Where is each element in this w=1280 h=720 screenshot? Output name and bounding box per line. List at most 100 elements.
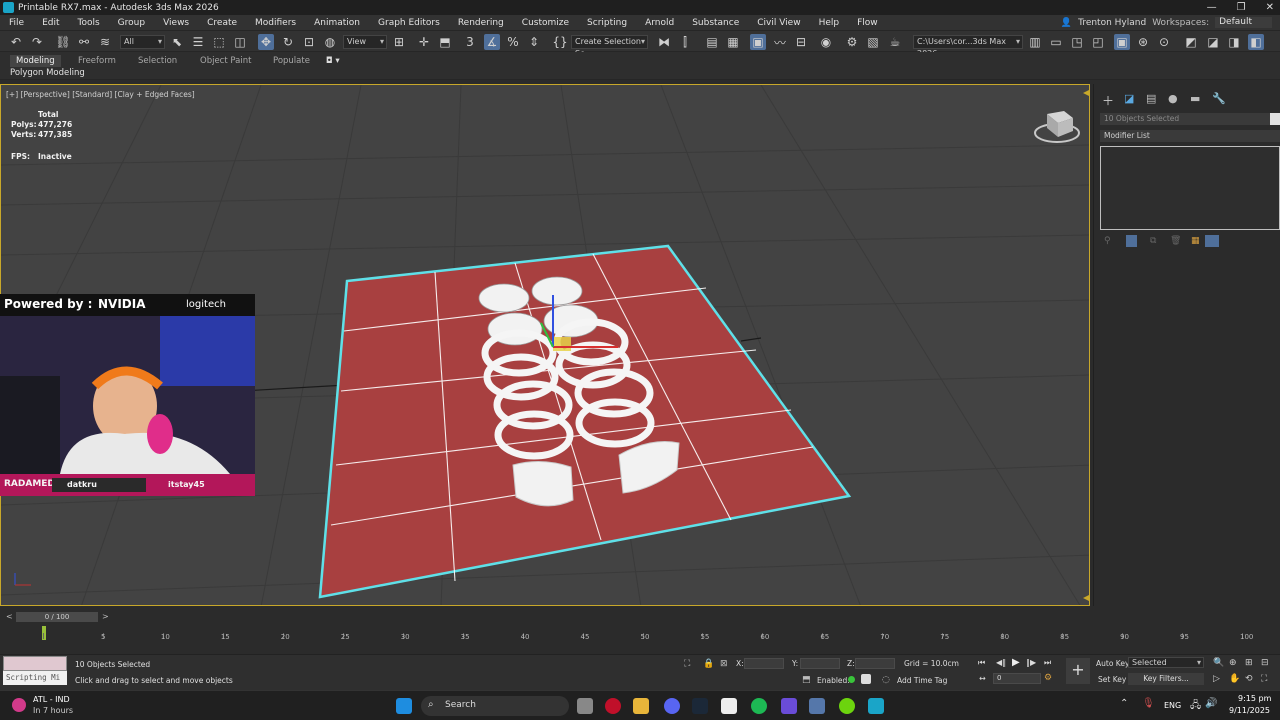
selection-filter-dropdown[interactable]: All — [120, 35, 165, 49]
time-slider[interactable]: 0 / 100 — [16, 612, 98, 622]
auto-key-button[interactable]: Auto Key — [1096, 659, 1129, 668]
play-icon[interactable]: ▶ — [1012, 657, 1020, 668]
layer-explorer-icon[interactable]: ▦ — [725, 34, 741, 50]
select-and-rotate-icon[interactable]: ↻ — [280, 34, 296, 50]
select-manipulate-icon[interactable]: ✛ — [416, 34, 432, 50]
time-prev-icon[interactable]: < — [6, 612, 13, 621]
orbit-icon[interactable]: ⟲ — [1245, 674, 1253, 684]
maximize-viewport-icon[interactable]: ⛶ — [1261, 674, 1267, 684]
task-view-icon[interactable] — [577, 698, 593, 714]
viewcube[interactable] — [1034, 111, 1080, 143]
scene-explorer-icon[interactable]: ▤ — [704, 34, 720, 50]
link-icon[interactable]: ⛓ — [55, 34, 71, 50]
active-shade-icon[interactable]: ◪ — [1205, 34, 1221, 50]
add-time-tag[interactable]: Add Time Tag — [897, 676, 947, 685]
menu-customize[interactable]: Customize — [513, 18, 578, 28]
absolute-mode-icon[interactable]: ⊠ — [720, 659, 728, 669]
reference-coordinate-dropdown[interactable]: View — [343, 35, 387, 49]
menu-scripting[interactable]: Scripting — [578, 18, 636, 28]
field-of-view-icon[interactable]: ▷ — [1213, 674, 1220, 684]
modifier-stack[interactable] — [1100, 146, 1280, 230]
menu-graph-editors[interactable]: Graph Editors — [369, 18, 449, 28]
tab-modeling[interactable]: Modeling — [10, 55, 61, 67]
time-config-icon[interactable]: ⊛ — [1135, 34, 1151, 50]
remove-modifier-icon[interactable]: 🗑 — [1170, 236, 1181, 246]
workspace-dropdown[interactable]: Default — [1215, 17, 1272, 28]
menu-civil-view[interactable]: Civil View — [748, 18, 809, 28]
material-editor-icon[interactable]: ◉ — [818, 34, 834, 50]
menu-animation[interactable]: Animation — [305, 18, 369, 28]
tray-chevron-icon[interactable]: ⌃ — [1120, 698, 1128, 709]
select-object-icon[interactable]: ⬉ — [169, 34, 185, 50]
select-and-place-icon[interactable]: ◍ — [322, 34, 338, 50]
menu-create[interactable]: Create — [198, 18, 246, 28]
set-key-button[interactable]: Set Key — [1098, 675, 1126, 684]
ribbon-subpanel-polygon-modeling[interactable]: Polygon Modeling — [10, 68, 85, 78]
align-icon[interactable]: ⫿ — [677, 34, 693, 50]
maximize-button[interactable]: ❐ — [1237, 0, 1246, 15]
menu-modifiers[interactable]: Modifiers — [246, 18, 305, 28]
tab-object-paint[interactable]: Object Paint — [200, 55, 251, 67]
select-and-scale-icon[interactable]: ⊡ — [301, 34, 317, 50]
keyboard-shortcut-icon[interactable]: ⬒ — [437, 34, 453, 50]
curve-editor-icon[interactable]: 〰 — [772, 34, 788, 50]
render-setup-icon[interactable]: ⚙ — [844, 34, 860, 50]
taskbar-search[interactable]: ⌕ Search — [421, 696, 569, 716]
make-unique-icon[interactable]: ⧉ — [1150, 236, 1156, 246]
current-frame-field[interactable]: 0 — [993, 673, 1041, 684]
clock-time[interactable]: 9:15 pm — [1238, 694, 1271, 703]
render-window-icon[interactable]: ◨ — [1226, 34, 1242, 50]
select-by-name-icon[interactable]: ☰ — [190, 34, 206, 50]
asset-tracking-icon[interactable]: ◰ — [1090, 34, 1106, 50]
mobaxterm-icon[interactable] — [809, 698, 825, 714]
menu-flow[interactable]: Flow — [848, 18, 887, 28]
adaptive-degradation-icon[interactable]: ⬒ — [802, 675, 811, 685]
key-mode-icon[interactable]: ↔ — [979, 674, 986, 683]
snaps-toggle-icon[interactable]: 3 — [462, 34, 478, 50]
mic-icon[interactable]: 🎙 — [1142, 698, 1155, 709]
obsidian-icon[interactable] — [781, 698, 797, 714]
spinner-snap-icon[interactable]: ⇕ — [526, 34, 542, 50]
previous-frame-icon[interactable]: ◀‖ — [996, 658, 1006, 667]
selection-lock-icon[interactable]: 🔒 — [703, 659, 714, 669]
menu-tools[interactable]: Tools — [69, 18, 109, 28]
y-coordinate-field[interactable] — [800, 658, 840, 669]
time-tag-icon[interactable]: ◌ — [882, 675, 890, 685]
named-selection-dropdown[interactable]: Create Selection Se — [571, 35, 648, 58]
clock-date[interactable]: 9/11/2025 — [1229, 706, 1270, 715]
modify-tab-icon[interactable]: ◪ — [1124, 92, 1134, 105]
z-coordinate-field[interactable] — [855, 658, 895, 669]
mirror-icon[interactable]: ⧓ — [656, 34, 672, 50]
pan-view-icon[interactable]: ✋ — [1229, 674, 1240, 684]
object-name-field[interactable]: 10 Objects Selected — [1100, 113, 1280, 125]
rectangular-selection-icon[interactable]: ⬚ — [211, 34, 227, 50]
ribbon-options-icon[interactable]: ◘ ▾ — [326, 55, 340, 67]
tab-freeform[interactable]: Freeform — [78, 55, 116, 67]
motion-tab-icon[interactable]: ● — [1168, 92, 1178, 105]
save-file-icon[interactable]: ◳ — [1069, 34, 1085, 50]
rendered-frame-icon[interactable]: ▧ — [865, 34, 881, 50]
windows-start-icon[interactable] — [396, 698, 412, 714]
viewport-layout-icon[interactable]: ⊙ — [1156, 34, 1172, 50]
time-next-icon[interactable]: > — [102, 612, 109, 621]
pin-stack-icon[interactable]: ⚲ — [1104, 236, 1111, 246]
modifier-list-icon[interactable] — [1205, 235, 1219, 247]
create-tab-icon[interactable]: ＋ — [1102, 92, 1114, 109]
discord-icon[interactable] — [664, 698, 680, 714]
time-tag-toggle[interactable] — [861, 674, 871, 684]
menu-arnold[interactable]: Arnold — [636, 18, 683, 28]
object-color-swatch[interactable] — [1270, 113, 1280, 125]
percent-snap-icon[interactable]: % — [505, 34, 521, 50]
x-coordinate-field[interactable] — [744, 658, 784, 669]
user-name[interactable]: Trenton Hyland — [1078, 18, 1146, 28]
weather-icon[interactable] — [12, 698, 26, 712]
file-explorer-icon[interactable] — [633, 698, 649, 714]
render-production-icon[interactable]: ☕ — [887, 34, 903, 50]
minimize-button[interactable]: — — [1207, 0, 1217, 15]
tab-populate[interactable]: Populate — [273, 55, 310, 67]
window-crossing-icon[interactable]: ◫ — [232, 34, 248, 50]
isolate-icon[interactable]: ⛶ — [684, 659, 690, 669]
weather-title[interactable]: ATL - IND — [33, 695, 70, 704]
open-file-icon[interactable]: ▭ — [1048, 34, 1064, 50]
key-filters-button[interactable]: Key Filters... — [1128, 673, 1204, 685]
